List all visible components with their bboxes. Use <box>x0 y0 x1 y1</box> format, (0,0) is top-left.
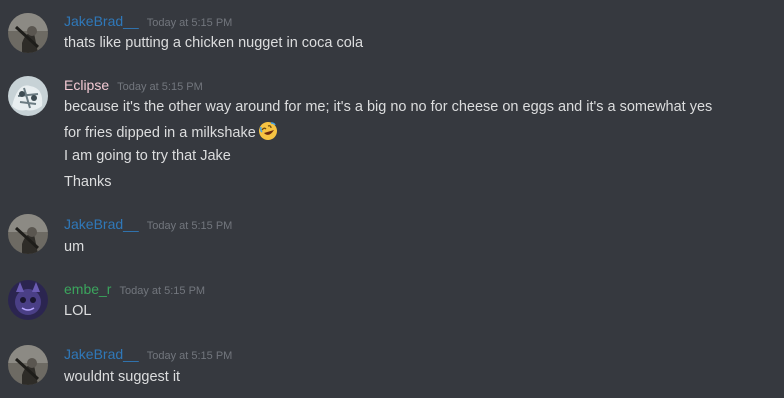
user-avatar[interactable] <box>8 76 48 116</box>
rofl-emoji-icon[interactable] <box>258 121 278 141</box>
chat-messages: JakeBrad__ Today at 5:15 PM thats like pu… <box>0 0 784 398</box>
message-text: um <box>64 239 85 255</box>
timestamp: Today at 5:15 PM <box>146 17 233 29</box>
username[interactable]: JakeBrad__ <box>64 13 139 29</box>
timestamp: Today at 5:15 PM <box>146 220 233 232</box>
message-text: because it's the other way around for me… <box>64 99 713 115</box>
username[interactable]: JakeBrad__ <box>64 346 139 362</box>
message-header: Eclipse Today at 5:15 PM <box>64 77 203 95</box>
user-avatar[interactable] <box>8 280 48 320</box>
user-avatar[interactable] <box>8 13 48 53</box>
timestamp: Today at 5:15 PM <box>117 81 203 93</box>
message-text: I am going to try that Jake <box>64 148 231 164</box>
avatar-photo-icon <box>8 345 48 385</box>
message-text: wouldnt suggest it <box>64 369 181 385</box>
avatar-photo-icon <box>8 280 48 320</box>
message-text: Thanks <box>64 174 112 190</box>
avatar-photo-icon <box>8 76 48 116</box>
avatar-photo-icon <box>8 214 48 254</box>
message-header: JakeBrad__ Today at 5:15 PM <box>64 346 232 364</box>
user-avatar[interactable] <box>8 214 48 254</box>
username[interactable]: embe_r <box>64 281 111 297</box>
message-text: thats like putting a chicken nugget in c… <box>64 35 364 51</box>
avatar-photo-icon <box>8 13 48 53</box>
message-header: JakeBrad__ Today at 5:15 PM <box>64 216 232 234</box>
message-text: LOL <box>64 303 92 319</box>
timestamp: Today at 5:15 PM <box>119 285 206 297</box>
user-avatar[interactable] <box>8 345 48 385</box>
message-text-continued: for fries dipped in a milkshake <box>64 121 278 142</box>
timestamp: Today at 5:15 PM <box>146 350 233 362</box>
message-text-fragment: for fries dipped in a milkshake <box>64 125 256 141</box>
message-header: embe_r Today at 5:15 PM <box>64 281 205 299</box>
message-header: JakeBrad__ Today at 5:15 PM <box>64 13 232 31</box>
username[interactable]: Eclipse <box>64 77 109 93</box>
username[interactable]: JakeBrad__ <box>64 216 139 232</box>
